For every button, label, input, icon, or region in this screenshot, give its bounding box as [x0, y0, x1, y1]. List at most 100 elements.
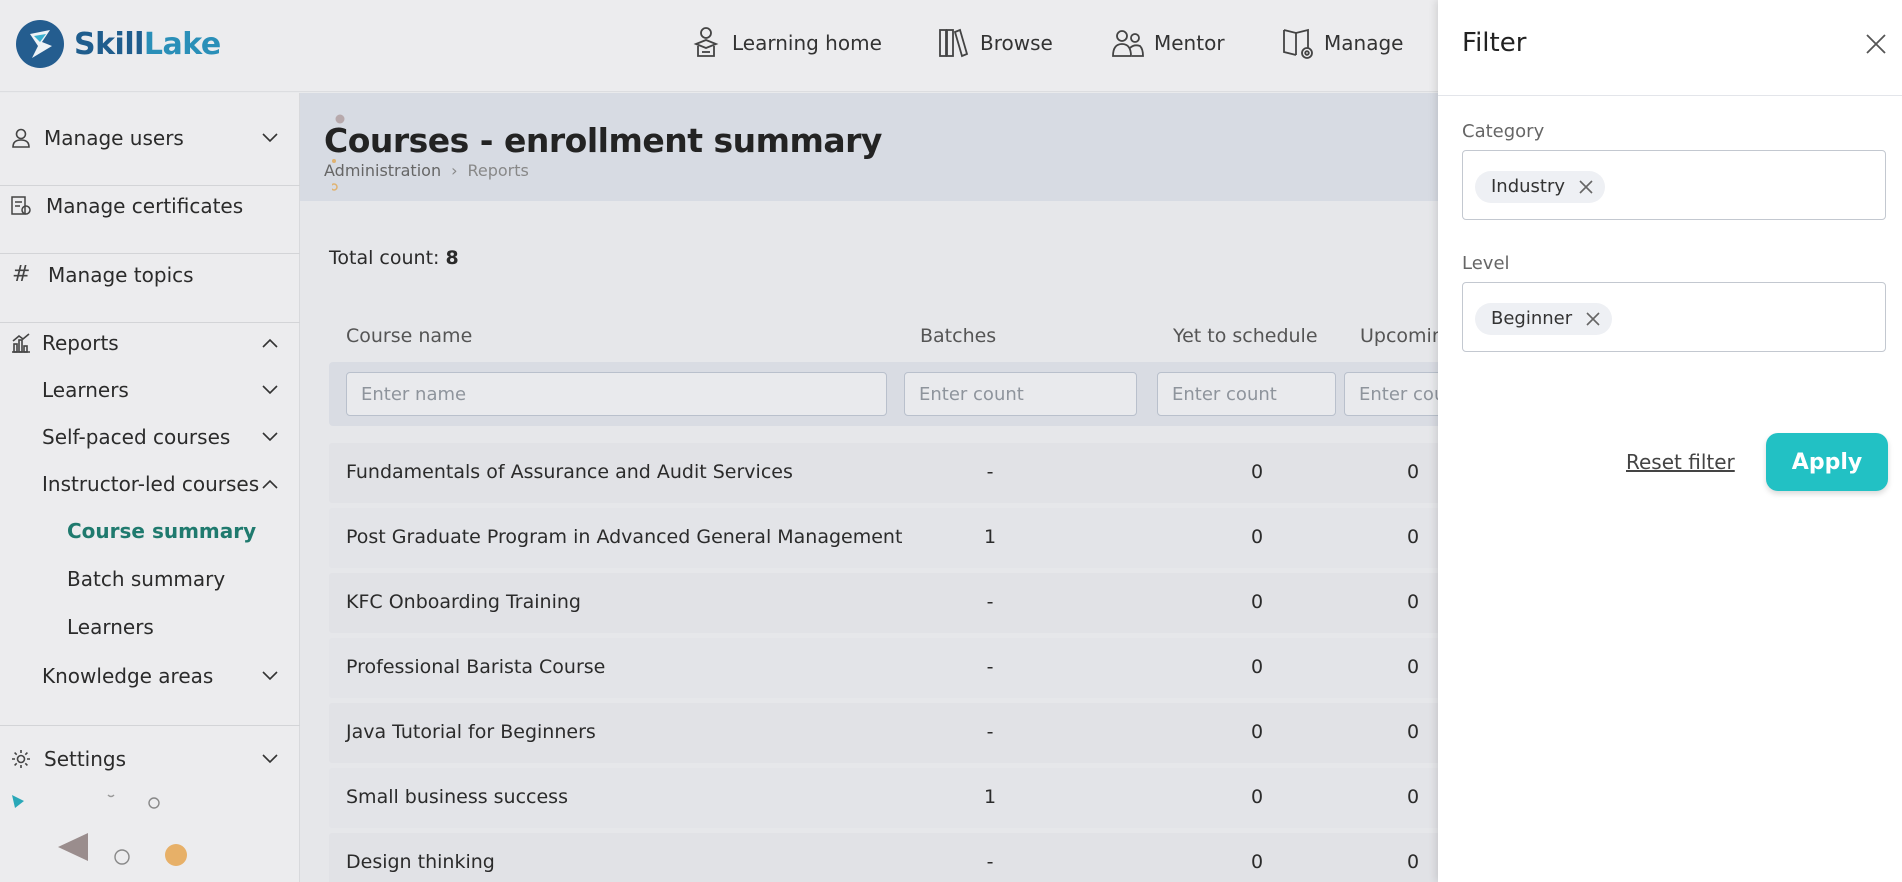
- course-name-cell[interactable]: Professional Barista Course: [346, 656, 605, 678]
- upcoming-cell: 0: [1406, 786, 1420, 808]
- table-row[interactable]: Professional Barista Course - 0 0: [329, 638, 1438, 698]
- chip-remove-icon[interactable]: [1579, 180, 1593, 194]
- column-header-batches[interactable]: Batches: [920, 325, 996, 347]
- sidebar-item-label: Manage topics: [48, 263, 194, 287]
- breadcrumb: Administration › Reports: [324, 161, 529, 180]
- category-multiselect[interactable]: Industry: [1462, 150, 1886, 220]
- chevron-down-icon[interactable]: [262, 133, 278, 143]
- total-count-value: 8: [445, 247, 459, 269]
- column-header-upcoming[interactable]: Upcomin: [1360, 325, 1438, 347]
- chevron-down-icon[interactable]: [262, 754, 278, 764]
- table-row[interactable]: KFC Onboarding Training - 0 0: [329, 573, 1438, 633]
- sidebar-item-manage-certificates[interactable]: Manage certificates: [0, 191, 300, 221]
- column-header-course-name[interactable]: Course name: [346, 325, 472, 347]
- level-multiselect[interactable]: Beginner: [1462, 282, 1886, 352]
- mentor-icon: [1112, 30, 1144, 57]
- sidebar-item-manage-topics[interactable]: # Manage topics: [0, 260, 300, 290]
- column-header-yet-to-schedule[interactable]: Yet to schedule: [1173, 325, 1318, 347]
- chevron-down-icon[interactable]: [262, 385, 278, 395]
- upcoming-cell: 0: [1406, 656, 1420, 678]
- chevron-down-icon[interactable]: [262, 671, 278, 681]
- course-name-cell[interactable]: KFC Onboarding Training: [346, 591, 581, 613]
- reset-filter-link[interactable]: Reset filter: [1626, 450, 1735, 474]
- breadcrumb-administration[interactable]: Administration: [324, 161, 441, 180]
- yet-to-schedule-cell: 0: [1250, 656, 1264, 678]
- yet-to-schedule-cell: 0: [1250, 526, 1264, 548]
- upcoming-cell: 0: [1406, 851, 1420, 873]
- divider: [0, 725, 300, 726]
- batches-cell: 1: [983, 786, 997, 808]
- total-count: Total count: 8: [329, 247, 459, 269]
- chevron-down-icon[interactable]: [262, 432, 278, 442]
- upcoming-filter-input[interactable]: [1344, 372, 1438, 416]
- course-name-cell[interactable]: Fundamentals of Assurance and Audit Serv…: [346, 461, 793, 483]
- divider: [0, 185, 300, 186]
- sidebar-item-course-summary[interactable]: Course summary: [0, 516, 300, 546]
- total-count-label: Total count:: [329, 247, 440, 269]
- course-name-cell[interactable]: Java Tutorial for Beginners: [346, 721, 596, 743]
- nav-label: Mentor: [1154, 31, 1225, 55]
- report-chart-icon: [12, 333, 30, 353]
- filter-panel: Filter Category Industry Level Beginner …: [1438, 0, 1902, 882]
- level-chip: Beginner: [1475, 303, 1613, 335]
- sidebar-item-learners[interactable]: Learners: [0, 375, 300, 405]
- table-row[interactable]: Post Graduate Program in Advanced Genera…: [329, 508, 1438, 568]
- course-name-filter-input[interactable]: [346, 372, 887, 416]
- upcoming-cell: 0: [1406, 461, 1420, 483]
- sidebar-item-label: Manage users: [44, 126, 184, 150]
- nav-label: Browse: [980, 31, 1053, 55]
- gear-icon: [12, 750, 30, 768]
- category-chip-label: Industry: [1491, 176, 1566, 197]
- skilllake-logo[interactable]: SkillLake: [16, 20, 221, 68]
- course-name-cell[interactable]: Design thinking: [346, 851, 495, 873]
- level-chip-label: Beginner: [1491, 308, 1573, 329]
- chevron-up-icon[interactable]: [262, 338, 278, 348]
- nav-browse[interactable]: Browse: [936, 24, 1053, 62]
- upcoming-cell: 0: [1406, 526, 1420, 548]
- upcoming-cell: 0: [1406, 591, 1420, 613]
- batches-cell: -: [986, 461, 994, 483]
- sidebar-item-knowledge-areas[interactable]: Knowledge areas: [0, 661, 300, 691]
- course-name-cell[interactable]: Small business success: [346, 786, 568, 808]
- table-row[interactable]: Fundamentals of Assurance and Audit Serv…: [329, 443, 1438, 503]
- apply-button[interactable]: Apply: [1766, 433, 1888, 491]
- sidebar-item-manage-users[interactable]: Manage users: [0, 123, 300, 153]
- nav-learning-home[interactable]: Learning home: [688, 24, 882, 62]
- table-row[interactable]: Small business success 1 0 0: [329, 768, 1438, 828]
- sidebar-item-label: Course summary: [67, 519, 257, 543]
- breadcrumb-separator-icon: ›: [451, 161, 458, 180]
- sidebar-item-label: Settings: [44, 747, 127, 771]
- breadcrumb-reports[interactable]: Reports: [467, 161, 528, 180]
- learner-icon: [693, 27, 719, 57]
- table-row[interactable]: Java Tutorial for Beginners - 0 0: [329, 703, 1438, 763]
- nav-label: Manage: [1324, 31, 1404, 55]
- yet-to-schedule-cell: 0: [1250, 786, 1264, 808]
- sidebar-item-label: Batch summary: [67, 567, 226, 591]
- sidebar-item-settings[interactable]: Settings: [0, 744, 300, 774]
- sidebar-item-reports[interactable]: Reports: [0, 328, 300, 358]
- nav-manage[interactable]: Manage: [1280, 24, 1403, 62]
- sidebar-item-self-paced-courses[interactable]: Self-paced courses: [0, 422, 300, 452]
- sidebar-item-learners-sub[interactable]: Learners: [0, 612, 300, 642]
- sidebar-item-label: Learners: [42, 378, 129, 402]
- batches-filter-input[interactable]: [904, 372, 1137, 416]
- sidebar-item-label: Instructor-led courses: [42, 472, 260, 496]
- sidebar-item-batch-summary[interactable]: Batch summary: [0, 564, 300, 594]
- sidebar-item-label: Knowledge areas: [42, 664, 214, 688]
- close-icon[interactable]: [1864, 32, 1888, 56]
- sidebar: Manage users Manage certificates # Manag…: [0, 93, 300, 882]
- filter-panel-header: Filter: [1438, 0, 1902, 96]
- logo-text: SkillLake: [74, 26, 221, 62]
- table-row[interactable]: Design thinking - 0 0: [329, 833, 1438, 882]
- nav-mentor[interactable]: Mentor: [1110, 24, 1225, 62]
- logo-mark-icon: [16, 20, 64, 68]
- course-name-cell[interactable]: Post Graduate Program in Advanced Genera…: [346, 526, 902, 548]
- chevron-up-icon[interactable]: [262, 479, 278, 489]
- books-icon: [939, 28, 969, 58]
- sidebar-item-instructor-led-courses[interactable]: Instructor-led courses: [0, 469, 300, 499]
- yet-to-schedule-filter-input[interactable]: [1157, 372, 1336, 416]
- divider: [0, 253, 300, 254]
- page-banner: Courses - enrollment summary Administrat…: [300, 93, 1438, 201]
- filter-panel-title: Filter: [1462, 28, 1527, 58]
- chip-remove-icon[interactable]: [1586, 312, 1600, 326]
